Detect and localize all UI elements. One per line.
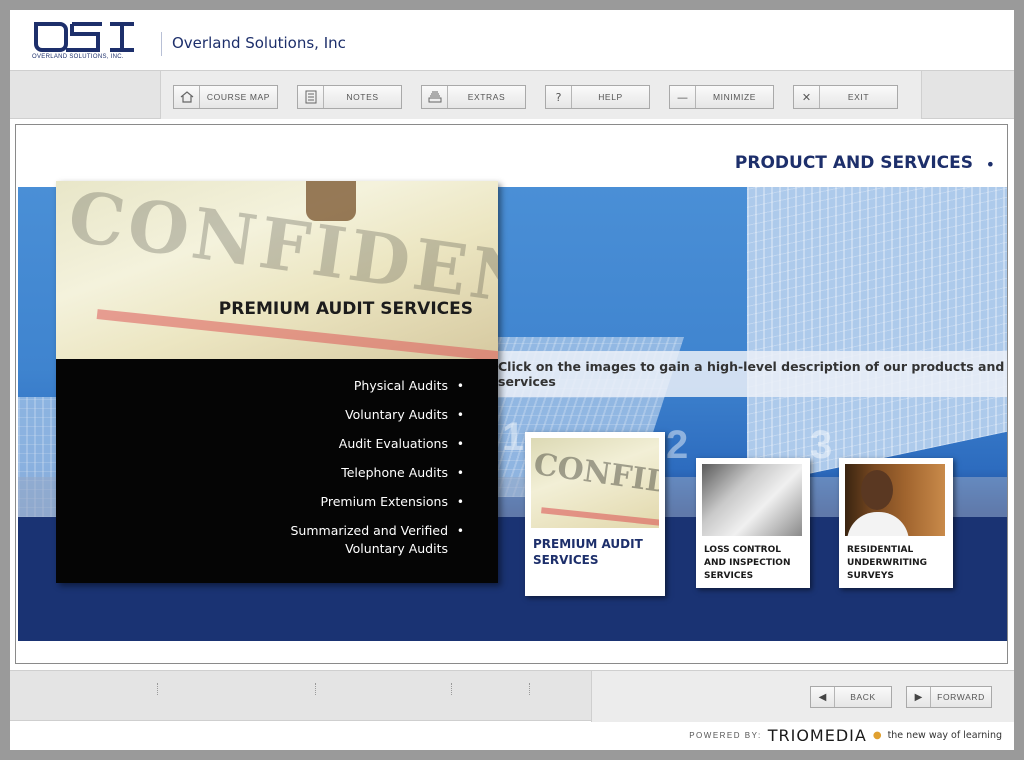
brand-dot-icon: ● (872, 730, 882, 741)
service-item[interactable]: Summarized and Verified Voluntary Audits… (56, 522, 498, 558)
red-stripe (541, 507, 659, 527)
toolbar: COURSE MAP NOTES EXTRAS ? HELP — MINIMIZ… (10, 71, 1014, 119)
instruction-text: Click on the images to gain a high-level… (498, 351, 1007, 397)
company-name: Overland Solutions, Inc (172, 34, 346, 52)
service-item-label: Premium Extensions (320, 494, 448, 509)
extras-button[interactable]: EXTRAS (421, 85, 526, 109)
skyscraper-image (747, 187, 1007, 487)
arrow-right-icon: ▶ (907, 687, 931, 707)
service-item-label: Physical Audits (353, 378, 448, 393)
triomedia-logo: TRIOMEDIA (767, 726, 867, 745)
card-number: 1 (502, 415, 525, 459)
minus-icon: — (670, 86, 696, 108)
premium-audit-card[interactable]: CONFIDEN PREMIUM AUDIT SERVICES (525, 432, 665, 596)
minimize-label: MINIMIZE (712, 92, 757, 102)
face-shape (861, 470, 893, 510)
service-item[interactable]: Voluntary Audits • (56, 406, 498, 424)
shirt-shape (847, 512, 909, 536)
nav-buttons: ◀ BACK ▶ FORWARD (591, 671, 1014, 722)
course-map-button[interactable]: COURSE MAP (173, 85, 278, 109)
exit-button[interactable]: ✕ EXIT (793, 85, 898, 109)
toolbar-buttons: COURSE MAP NOTES EXTRAS ? HELP — MINIMIZ… (160, 71, 922, 119)
forward-button[interactable]: ▶ FORWARD (906, 686, 992, 708)
progress-tick (529, 683, 530, 695)
card-title: RESIDENTIAL UNDERWRITING SURVEYS (847, 545, 928, 581)
header-divider (161, 32, 162, 56)
section-title-bullet: • (985, 155, 995, 174)
bullet-icon: • (456, 437, 464, 451)
logo-subtext: OVERLAND SOLUTIONS, INC. (32, 54, 124, 60)
confidential-stamp-image: CONFIDENTIAL (63, 181, 498, 351)
service-item-label: Summarized and Verified Voluntary Audits (290, 523, 448, 556)
question-icon: ? (546, 86, 572, 108)
bullet-icon: • (456, 524, 464, 538)
woman-portrait-thumbnail (845, 464, 945, 536)
service-item-label: Audit Evaluations (338, 436, 448, 451)
service-item[interactable]: Premium Extensions • (56, 493, 498, 511)
service-item[interactable]: Audit Evaluations • (56, 435, 498, 453)
help-button[interactable]: ? HELP (545, 85, 650, 109)
app-window: OVERLAND SOLUTIONS, INC. Overland Soluti… (10, 10, 1014, 750)
tagline: the new way of learning (887, 730, 1002, 741)
notes-button[interactable]: NOTES (297, 85, 402, 109)
service-list: Physical Audits • Voluntary Audits • Audit… (56, 359, 498, 583)
residential-underwriting-card[interactable]: RESIDENTIAL UNDERWRITING SURVEYS (839, 458, 953, 588)
card-number: 2 (666, 423, 689, 467)
loss-control-card[interactable]: LOSS CONTROL AND INSPECTION SERVICES (696, 458, 810, 588)
service-item-label: Telephone Audits (341, 465, 448, 480)
header: OVERLAND SOLUTIONS, INC. Overland Soluti… (10, 10, 1014, 71)
service-item[interactable]: Physical Audits • (56, 377, 498, 395)
home-icon (174, 86, 200, 108)
card-title: PREMIUM AUDIT SERVICES (533, 537, 643, 567)
inspector-thumbnail (702, 464, 802, 536)
section-title: PRODUCT AND SERVICES (734, 153, 973, 173)
footer-navigation: ◀ BACK ▶ FORWARD (10, 670, 1014, 722)
bullet-icon: • (456, 379, 464, 393)
back-button[interactable]: ◀ BACK (810, 686, 892, 708)
bullet-icon: • (456, 495, 464, 509)
confidential-thumbnail: CONFIDEN (531, 438, 659, 528)
confidential-photo: CONFIDENTIAL PREMIUM AUDIT SERVICES (56, 181, 498, 359)
card-number: 3 (810, 423, 833, 467)
course-map-label: COURSE MAP (206, 92, 271, 102)
confidential-stamp-image: CONFIDEN (531, 447, 659, 508)
premium-audit-panel: CONFIDENTIAL PREMIUM AUDIT SERVICES Phys… (56, 181, 498, 583)
notes-label: NOTES (346, 92, 379, 102)
document-icon (298, 86, 324, 108)
exit-label: EXIT (847, 92, 870, 102)
back-label: BACK (850, 692, 876, 702)
osi-logo (34, 22, 134, 52)
tray-icon (422, 86, 448, 108)
close-icon: ✕ (794, 86, 820, 108)
powered-by-label: POWERED BY: (689, 731, 762, 740)
card-title: LOSS CONTROL AND INSPECTION SERVICES (704, 545, 791, 581)
powered-by: POWERED BY: TRIOMEDIA ● the new way of l… (689, 726, 1002, 745)
minimize-button[interactable]: — MINIMIZE (669, 85, 774, 109)
bullet-icon: • (456, 408, 464, 422)
panel-title: PREMIUM AUDIT SERVICES (218, 299, 473, 319)
arrow-left-icon: ◀ (811, 687, 835, 707)
help-label: HELP (598, 92, 623, 102)
bullet-icon: • (456, 466, 464, 480)
forward-label: FORWARD (937, 692, 985, 702)
progress-tick (451, 683, 452, 695)
content-area: PRODUCT AND SERVICES • Click on the imag… (15, 124, 1008, 664)
progress-tick (315, 683, 316, 695)
extras-label: EXTRAS (467, 92, 506, 102)
service-item-label: Voluntary Audits (345, 407, 448, 422)
progress-tick (157, 683, 158, 695)
service-item[interactable]: Telephone Audits • (56, 464, 498, 482)
